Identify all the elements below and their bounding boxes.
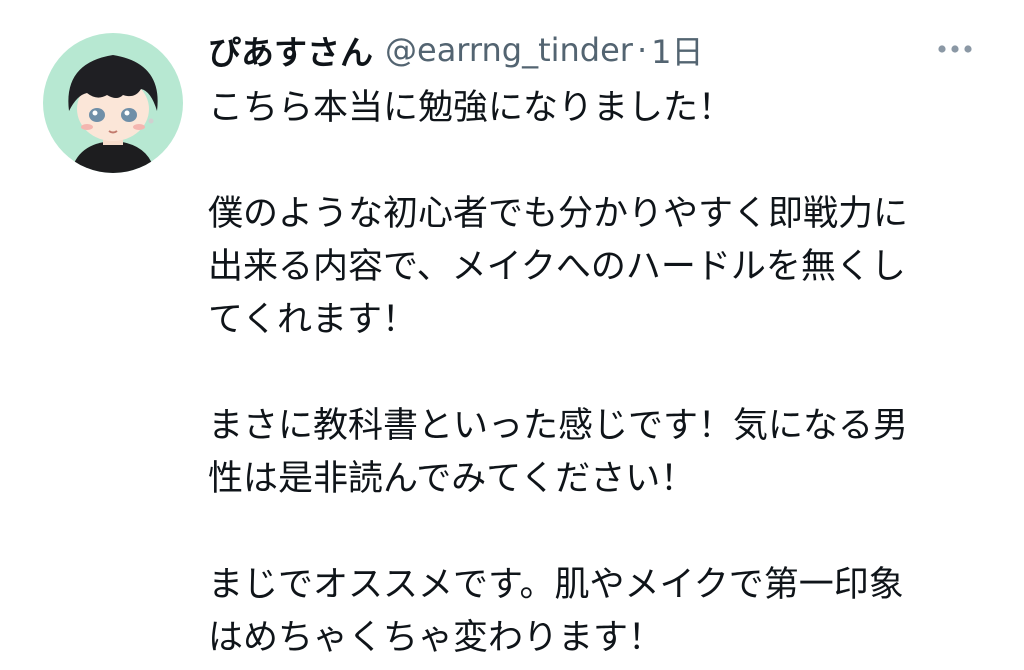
tweet-text-line: まさに教科書といった感じです！気になる男 — [208, 406, 909, 446]
tweet: ぴあすさん @earrng_tinder · 1日 こちら本当に勉強になりました… — [0, 0, 1024, 670]
avatar-illustration — [68, 55, 158, 173]
tweet-text-line: 性は是非読んでみてください！ — [208, 459, 696, 499]
tweet-text-line: 僕のような初心者でも分かりやすく即戦力に — [208, 194, 909, 234]
user-handle[interactable]: @earrng_tinder — [385, 31, 633, 69]
tweet-text-line: こちら本当に勉強になりました！ — [208, 88, 734, 128]
more-horizontal-icon — [938, 45, 972, 53]
tweet-text: こちら本当に勉強になりました！ 僕のような初心者でも分かりやすく即戦力に 出来る… — [208, 82, 1008, 665]
display-name[interactable]: ぴあすさん — [208, 26, 373, 74]
more-options-button[interactable] — [930, 34, 980, 64]
separator-dot: · — [636, 31, 648, 69]
tweet-text-line: てくれます！ — [208, 300, 417, 340]
avatar[interactable] — [43, 33, 183, 173]
tweet-text-line: 出来る内容で、メイクへのハードルを無くし — [208, 247, 906, 287]
tweet-text-line: はめちゃくちゃ変わります！ — [208, 618, 664, 658]
tweet-header: ぴあすさん @earrng_tinder · 1日 — [208, 26, 704, 74]
timestamp[interactable]: 1日 — [651, 27, 703, 73]
tweet-text-line: まじでオススメです。肌やメイクで第一印象 — [208, 565, 904, 605]
